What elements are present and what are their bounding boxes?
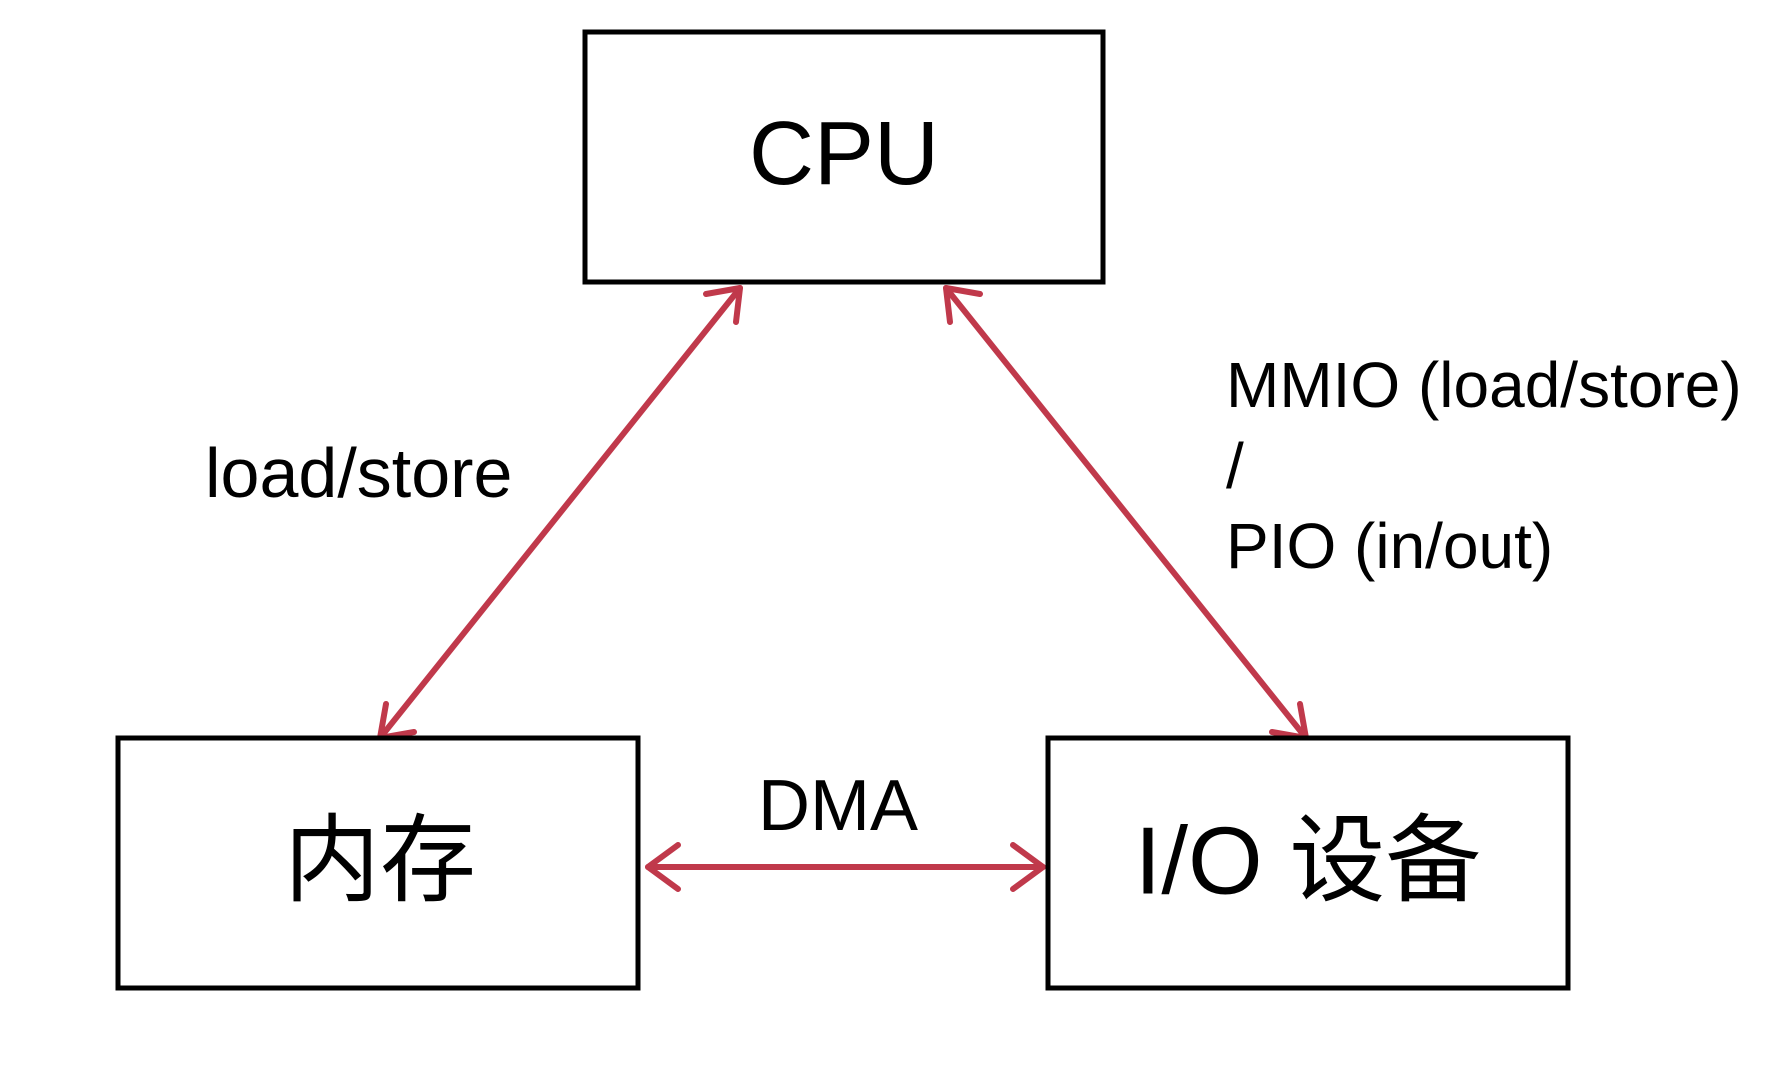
edge-label-separator: / bbox=[1226, 430, 1244, 502]
io-label: I/O 设备 bbox=[1135, 807, 1482, 914]
node-cpu: CPU bbox=[582, 29, 1106, 285]
edge-cpu-memory-line bbox=[377, 285, 743, 741]
node-memory: 内存 bbox=[115, 735, 641, 991]
edge-label-dma: DMA bbox=[758, 766, 918, 846]
io-architecture-diagram: CPU 内存 I/O 设备 load/store MMIO (load/stor… bbox=[115, 29, 1742, 991]
edge-memory-io bbox=[645, 842, 1046, 892]
edge-label-mmio: MMIO (load/store) bbox=[1226, 349, 1742, 421]
edge-label-pio: PIO (in/out) bbox=[1226, 510, 1553, 582]
memory-label: 内存 bbox=[284, 807, 476, 914]
edge-label-load-store: load/store bbox=[205, 434, 512, 512]
cpu-label: CPU bbox=[749, 104, 939, 204]
edge-cpu-memory bbox=[377, 285, 743, 741]
node-io: I/O 设备 bbox=[1045, 735, 1571, 991]
